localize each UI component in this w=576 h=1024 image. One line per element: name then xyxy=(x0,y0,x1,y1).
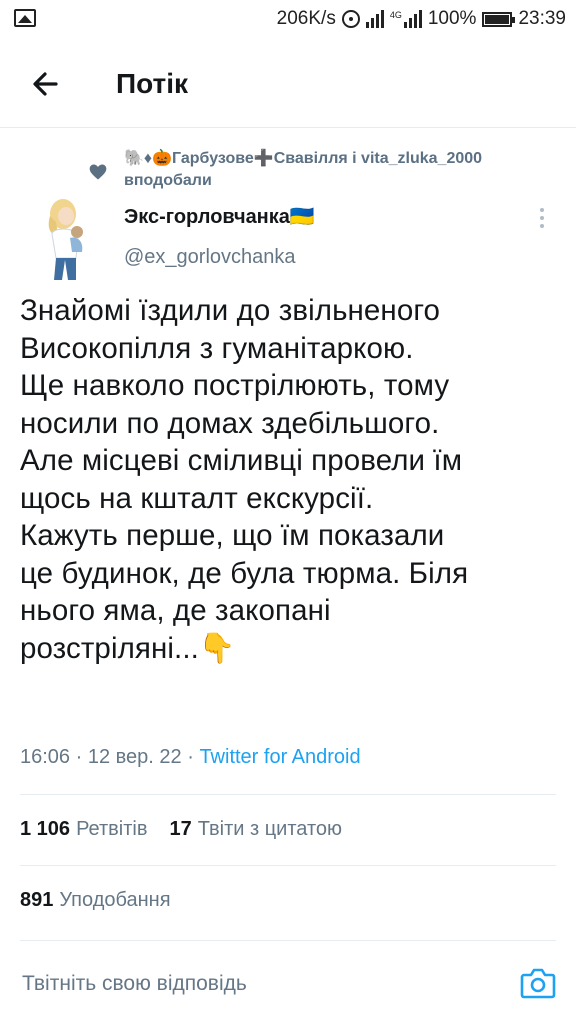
divider xyxy=(20,940,556,941)
retweets-count: 1 106 xyxy=(20,818,71,840)
tweet-line: Кажуть перше, що їм показали xyxy=(20,519,445,552)
context-name1: Гарбузове xyxy=(172,150,254,167)
tweet-text: Знайомі їздили до звільненого Високопілл… xyxy=(20,292,560,667)
context-action: вподобали xyxy=(124,172,212,189)
divider xyxy=(20,794,556,795)
battery-icon xyxy=(482,11,516,27)
app-header: Потік xyxy=(0,40,576,128)
tweet-line: щось на кшталт екскурсії. xyxy=(20,481,374,515)
meta-separator: · xyxy=(181,746,200,768)
context-rest: і vita_zluka_2000 xyxy=(347,150,483,167)
tweet-line: носили по домах здебільшого. xyxy=(20,406,440,440)
context-emoji: 🐘♦🎃 xyxy=(124,150,173,167)
tweet-meta: 16:06 · 12 вер. 22 · Twitter for Android xyxy=(20,746,361,769)
tweet-time: 16:06 xyxy=(20,746,71,768)
tweet-line: Ще навколо пострілюють, тому xyxy=(20,369,450,402)
tweet-source-link[interactable]: Twitter for Android xyxy=(199,746,360,768)
battery-percent: 100% xyxy=(427,8,477,29)
author-handle[interactable]: @ex_gorlovchanka xyxy=(124,246,296,269)
tweet-stats: 1 106 Ретвітів 17 Твіти з цитатою xyxy=(20,818,342,841)
likes-stat[interactable]: 891 Уподобання xyxy=(20,889,171,912)
quotes-count: 17 xyxy=(169,818,192,840)
context-name2: Свавілля xyxy=(273,150,348,167)
quotes-label: Твіти з цитатою xyxy=(197,818,343,840)
flag-emoji: 🇺🇦 xyxy=(289,206,315,228)
author-name-text: Экс-горловчанка xyxy=(124,206,290,228)
tweet-line: нього яма, де закопані xyxy=(20,594,331,627)
signal-icon xyxy=(365,10,384,28)
meta-separator: · xyxy=(70,746,88,768)
divider xyxy=(20,865,556,866)
social-context[interactable]: 🐘♦🎃Гарбузове➕Свавілля і vita_zluka_2000 … xyxy=(124,148,570,192)
clock: 23:39 xyxy=(518,8,566,29)
author-name[interactable]: Экс-горловчанка🇺🇦 xyxy=(124,204,315,229)
tweet-line: Високопілля з гуманітаркою. xyxy=(20,331,414,365)
network-speed: 206K/s xyxy=(276,8,336,29)
tweet-line-last: розстріляні...👇 xyxy=(20,630,560,668)
quotes-stat[interactable]: 17 Твіти з цитатою xyxy=(169,818,342,841)
camera-icon[interactable] xyxy=(520,966,556,1000)
likes-count: 891 xyxy=(20,889,54,911)
back-arrow-icon[interactable] xyxy=(26,64,66,104)
tweet-line: це будинок, де була тюрма. Біля xyxy=(20,556,469,590)
retweets-stat[interactable]: 1 106 Ретвітів xyxy=(20,818,147,841)
more-vertical-icon[interactable] xyxy=(538,207,546,229)
heart-icon xyxy=(89,164,107,180)
image-icon xyxy=(14,9,36,27)
likes-label: Уподобання xyxy=(59,889,171,911)
status-right: 206K/s 4G 100% 23:39 xyxy=(277,7,566,31)
tweet-date: 12 вер. 22 xyxy=(87,746,182,768)
reply-input[interactable]: Твітніть свою відповідь xyxy=(22,972,247,996)
tweet-line: Але місцеві сміливці провели їм xyxy=(20,444,463,477)
status-bar: 206K/s 4G 100% 23:39 xyxy=(0,0,576,38)
tweet-line: розстріляні... xyxy=(20,631,199,665)
hotspot-icon xyxy=(341,10,360,28)
network-type: 4G xyxy=(389,10,402,20)
page-title: Потік xyxy=(116,68,189,99)
tweet-line: Знайомі їздили до звільненого xyxy=(20,294,441,327)
cross-emoji: ➕ xyxy=(253,150,274,167)
retweets-label: Ретвітів xyxy=(76,818,148,840)
avatar[interactable] xyxy=(22,186,108,282)
pointing-down-emoji: 👇 xyxy=(198,631,236,665)
signal-icon-2 xyxy=(403,10,422,28)
